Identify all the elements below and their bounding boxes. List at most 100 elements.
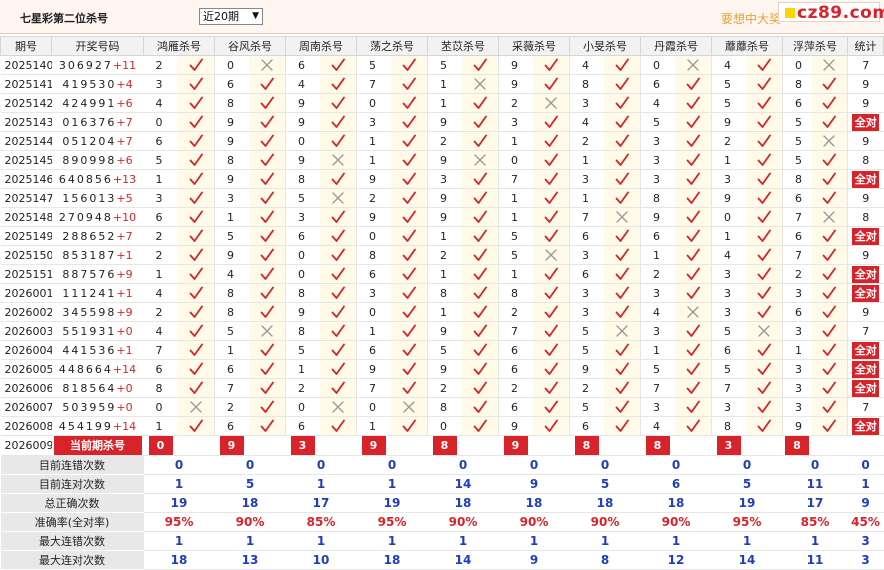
summary-value: 90% [214, 512, 286, 532]
check-icon [402, 286, 416, 300]
check-icon [822, 267, 837, 281]
kill-number-cell: 6 [285, 55, 320, 75]
result-correct-cell [390, 74, 428, 94]
site-logo[interactable]: cz89.com [778, 2, 884, 23]
kill-number-cell: 9 [285, 93, 320, 113]
result-correct-cell [461, 112, 499, 132]
check-icon [260, 134, 274, 148]
result-correct-cell [319, 93, 357, 113]
period-range-select[interactable]: 近20期 ▼ [199, 8, 263, 25]
cross-icon [822, 210, 836, 224]
result-correct-cell [603, 188, 641, 208]
col-predictor-header: 采薇杀号 [498, 36, 570, 56]
check-icon [402, 267, 416, 281]
stat-cell: 全对 [847, 226, 884, 246]
summary-value: 9 [847, 493, 884, 513]
summary-value: 10 [285, 550, 357, 570]
result-correct-cell [532, 226, 570, 246]
table-row: 2025142 424991+6 4 8 9 0 1 2 3 4 5 6 9 [0, 93, 884, 113]
check-icon [615, 58, 629, 72]
period-cell: 2025147 [0, 188, 52, 208]
draw-number: 016376 [62, 115, 117, 129]
summary-value: 85% [285, 512, 357, 532]
check-icon [473, 96, 487, 110]
kill-number-cell: 5 [498, 245, 533, 265]
stat-cell: 全对 [847, 359, 884, 379]
kill-number-cell: 8 [427, 283, 462, 303]
kill-number-cell: 8 [498, 283, 533, 303]
result-correct-cell [532, 264, 570, 284]
kill-number-cell: 0 [356, 226, 391, 246]
check-icon [757, 343, 771, 357]
result-correct-cell [532, 131, 570, 151]
check-icon [260, 400, 274, 414]
result-correct-cell [461, 55, 499, 75]
check-icon [757, 305, 771, 319]
result-wrong-cell [319, 397, 357, 417]
kill-number-cell: 7 [569, 207, 604, 227]
current-kill-spacer [248, 435, 286, 456]
result-correct-cell [319, 416, 357, 436]
check-icon [260, 286, 274, 300]
draw-number: 345598 [62, 305, 117, 319]
check-icon [615, 305, 629, 319]
check-icon [615, 362, 629, 376]
result-correct-cell [177, 150, 215, 170]
check-icon [822, 191, 837, 205]
check-icon [331, 324, 345, 338]
kill-number-cell: 8 [569, 74, 604, 94]
check-icon [686, 324, 700, 338]
check-icon [260, 115, 274, 129]
draw-sum: +11 [112, 58, 137, 72]
check-icon [331, 96, 345, 110]
promo-link[interactable]: 要想中大奖 [721, 10, 781, 27]
current-kill-cell: 9 [498, 435, 533, 456]
kill-number-cell: 3 [143, 74, 178, 94]
draw-number: 156013 [62, 191, 117, 205]
result-wrong-cell [745, 321, 783, 341]
result-correct-cell [603, 150, 641, 170]
cross-icon [473, 77, 487, 91]
result-correct-cell [745, 378, 783, 398]
kill-number-cell: 4 [711, 245, 746, 265]
cross-icon [260, 324, 274, 338]
summary-value: 0 [711, 455, 783, 475]
kill-number-cell: 8 [285, 283, 320, 303]
draw-number: 551931 [62, 324, 117, 338]
summary-value: 1 [711, 531, 783, 551]
kill-number-cell: 8 [356, 245, 391, 265]
summary-value: 0 [143, 455, 215, 475]
kill-number-cell: 1 [427, 302, 462, 322]
table-row: 2026002 345598+9 2 8 9 0 1 2 3 4 3 6 9 [0, 302, 884, 322]
result-wrong-cell [248, 55, 286, 75]
check-icon [615, 248, 629, 262]
result-correct-cell [603, 283, 641, 303]
result-correct-cell [248, 245, 286, 265]
summary-value: 1 [427, 531, 499, 551]
kill-number-cell: 6 [640, 74, 675, 94]
page-title: 七星彩第二位杀号 [20, 12, 108, 25]
col-predictor-header: 谷风杀号 [214, 36, 286, 56]
current-kill-spacer [461, 435, 499, 456]
result-wrong-cell [811, 55, 848, 75]
check-icon [822, 248, 837, 262]
summary-value: 0 [427, 455, 499, 475]
kill-number-cell: 1 [427, 93, 462, 113]
check-icon [757, 400, 771, 414]
kill-number-cell: 3 [569, 245, 604, 265]
kill-number-cell: 7 [782, 245, 812, 265]
kill-number-cell: 3 [285, 207, 320, 227]
check-icon [686, 153, 700, 167]
result-correct-cell [248, 150, 286, 170]
kill-number-cell: 6 [285, 416, 320, 436]
result-correct-cell [532, 359, 570, 379]
kill-number-cell: 3 [782, 283, 812, 303]
result-correct-cell [248, 283, 286, 303]
cross-icon [402, 400, 416, 414]
check-icon [822, 400, 837, 414]
result-correct-cell [248, 359, 286, 379]
check-icon [402, 381, 416, 395]
result-correct-cell [319, 169, 357, 189]
check-icon [189, 96, 203, 110]
kill-number-cell: 3 [569, 283, 604, 303]
